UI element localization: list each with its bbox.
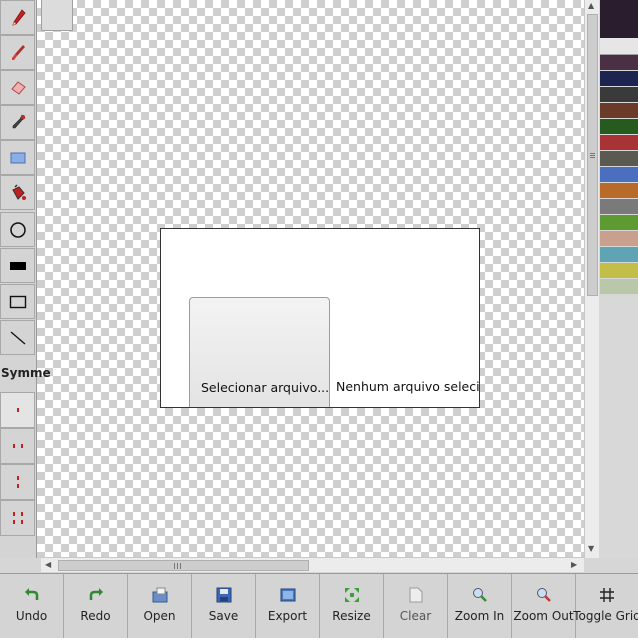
color-palette xyxy=(599,0,638,558)
open-file-dialog: Selecionar arquivo... Nenhum arquivo sel… xyxy=(160,228,480,408)
export-label: Export xyxy=(267,609,308,623)
resize-button[interactable]: Resize xyxy=(320,574,384,638)
palette-swatch[interactable] xyxy=(600,71,638,86)
fill-bucket-tool[interactable] xyxy=(0,175,35,210)
palette-swatch[interactable] xyxy=(600,119,638,134)
symmetry-two-dots-icon xyxy=(10,441,26,451)
open-label: Open xyxy=(143,609,176,623)
ellipse-icon xyxy=(9,221,27,239)
line-tool[interactable] xyxy=(0,320,35,355)
canvas-corner-block xyxy=(41,0,73,31)
toggle-grid-button[interactable]: Toggle Grid xyxy=(573,574,638,638)
zoom-out-label: Zoom Out xyxy=(513,609,574,623)
rectangle-tool[interactable] xyxy=(0,284,35,319)
palette-swatch[interactable] xyxy=(600,247,638,262)
symmetry-single-dot-icon xyxy=(13,405,23,415)
undo-label: Undo xyxy=(15,609,48,623)
horizontal-scroll-thumb[interactable] xyxy=(58,560,309,571)
zoom-out-button[interactable]: Zoom Out xyxy=(512,574,576,638)
palette-swatch[interactable] xyxy=(600,199,638,214)
vertical-scroll-thumb[interactable] xyxy=(587,14,598,296)
palette-swatch[interactable] xyxy=(600,151,638,166)
symmetry-horizontal[interactable] xyxy=(0,428,35,464)
palette-swatch[interactable] xyxy=(600,38,638,55)
bottom-toolbar: Undo Redo Open Save Export Resize Clear … xyxy=(0,573,638,638)
open-button[interactable]: Open xyxy=(128,574,192,638)
redo-label: Redo xyxy=(80,609,111,623)
brush-tool[interactable] xyxy=(0,35,35,70)
symmetry-label: Symme xyxy=(1,366,51,380)
redo-button[interactable]: Redo xyxy=(64,574,128,638)
filled-rect-icon xyxy=(9,260,27,272)
filled-rectangle-tool[interactable] xyxy=(0,248,35,283)
toggle-grid-label: Toggle Grid xyxy=(573,609,638,623)
select-file-button-label: Selecionar arquivo... xyxy=(201,380,330,395)
symmetry-none[interactable] xyxy=(0,392,35,428)
save-disk-icon xyxy=(216,586,232,604)
symmetry-four-dots-icon xyxy=(10,510,26,526)
export-button[interactable]: Export xyxy=(256,574,320,638)
zoom-out-icon xyxy=(536,586,552,604)
open-folder-icon xyxy=(151,586,169,604)
zoom-in-button[interactable]: Zoom In xyxy=(448,574,512,638)
ellipse-tool[interactable] xyxy=(0,212,35,247)
palette-swatch[interactable] xyxy=(600,135,638,150)
pencil-tool[interactable] xyxy=(0,0,35,35)
eyedropper-tool[interactable] xyxy=(0,105,35,140)
palette-swatch[interactable] xyxy=(600,103,638,118)
symmetry-vertical[interactable] xyxy=(0,464,35,500)
clear-button[interactable]: Clear xyxy=(384,574,448,638)
palette-swatch[interactable] xyxy=(600,167,638,182)
scroll-up-arrow-icon[interactable]: ▲ xyxy=(588,2,594,10)
save-label: Save xyxy=(208,609,239,623)
bucket-icon xyxy=(9,183,27,202)
scroll-left-arrow-icon[interactable]: ◀ xyxy=(45,560,51,569)
pencil-icon xyxy=(10,8,26,27)
select-rect-icon xyxy=(10,152,26,164)
zoom-in-label: Zoom In xyxy=(454,609,505,623)
palette-swatch[interactable] xyxy=(600,279,638,294)
vertical-scrollbar[interactable]: ▲ ▼ xyxy=(584,0,599,558)
palette-swatch[interactable] xyxy=(600,263,638,278)
no-file-selected-text: Nenhum arquivo selecionado. xyxy=(336,379,480,394)
export-icon xyxy=(280,586,296,604)
palette-swatch[interactable] xyxy=(600,231,638,246)
rectangle-select-tool[interactable] xyxy=(0,140,35,175)
brush-icon xyxy=(10,44,26,62)
line-icon xyxy=(9,329,27,347)
scroll-right-arrow-icon[interactable]: ▶ xyxy=(571,560,577,569)
grid-icon xyxy=(600,586,614,604)
select-file-button[interactable]: Selecionar arquivo... xyxy=(189,297,330,407)
horizontal-scrollbar[interactable]: ◀ ▶ xyxy=(41,557,584,572)
clear-label: Clear xyxy=(399,609,432,623)
palette-swatch[interactable] xyxy=(600,55,638,70)
rect-outline-icon xyxy=(9,295,27,309)
redo-icon xyxy=(88,586,104,604)
undo-icon xyxy=(24,586,40,604)
eraser-icon xyxy=(9,80,27,95)
palette-swatch[interactable] xyxy=(600,87,638,102)
resize-icon xyxy=(344,586,360,604)
palette-swatch[interactable] xyxy=(600,0,638,38)
zoom-in-icon xyxy=(472,586,488,604)
eyedropper-icon xyxy=(10,113,26,132)
eraser-tool[interactable] xyxy=(0,70,35,105)
symmetry-stacked-dots-icon xyxy=(13,474,23,490)
tool-sidebar: Symme xyxy=(0,0,51,558)
palette-swatch[interactable] xyxy=(600,183,638,198)
undo-button[interactable]: Undo xyxy=(0,574,64,638)
resize-label: Resize xyxy=(332,609,371,623)
palette-swatch[interactable] xyxy=(600,215,638,230)
save-button[interactable]: Save xyxy=(192,574,256,638)
scroll-down-arrow-icon[interactable]: ▼ xyxy=(588,545,594,553)
symmetry-both[interactable] xyxy=(0,500,35,536)
clear-page-icon xyxy=(409,586,423,604)
